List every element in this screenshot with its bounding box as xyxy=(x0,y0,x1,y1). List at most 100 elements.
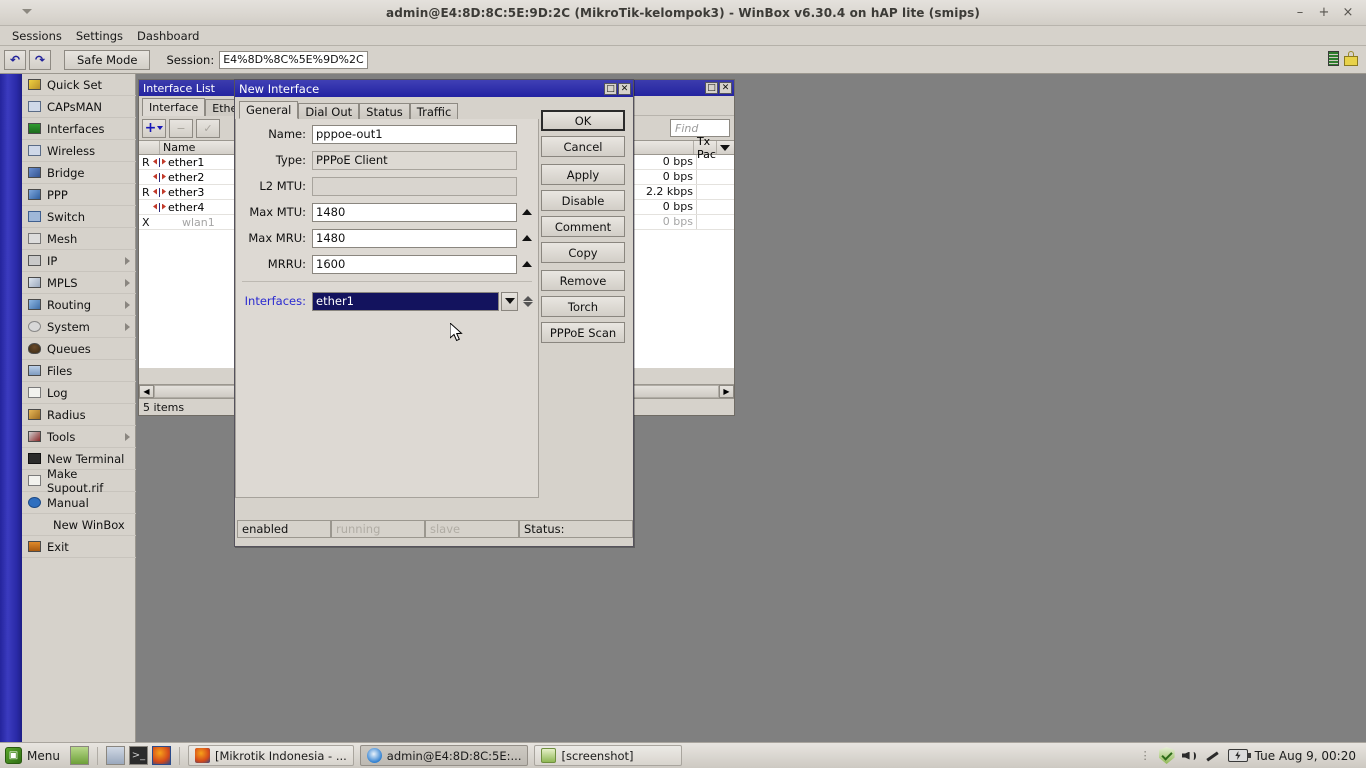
tab-traffic[interactable]: Traffic xyxy=(409,103,459,119)
window-close-button[interactable]: × xyxy=(1340,5,1356,21)
tx-rate-cell: 2.2 kbps xyxy=(633,185,697,199)
safe-mode-button[interactable]: Safe Mode xyxy=(64,49,151,70)
scroll-left-icon[interactable]: ◀ xyxy=(139,385,154,398)
chevron-down-icon xyxy=(523,301,533,307)
sidebar-item-exit[interactable]: Exit xyxy=(22,536,136,558)
interfaces-stepper[interactable] xyxy=(522,295,534,307)
file-manager-icon[interactable] xyxy=(69,746,89,765)
table-row[interactable]: Rether3 xyxy=(139,185,236,200)
sidebar-item-wireless[interactable]: Wireless xyxy=(22,140,136,162)
pppoe-scan-button[interactable]: PPPoE Scan xyxy=(541,322,625,343)
archive-icon[interactable] xyxy=(105,746,125,765)
table-row[interactable]: 2.2 kbps xyxy=(633,185,734,200)
background-scrollbar-thumb[interactable] xyxy=(633,385,719,398)
mrru-stepper[interactable] xyxy=(520,255,534,274)
dialog-maximize-button[interactable]: □ xyxy=(604,82,617,95)
copy-button[interactable]: Copy xyxy=(541,242,625,263)
sidebar-item-mpls[interactable]: MPLS xyxy=(22,272,136,294)
column-menu-icon[interactable] xyxy=(717,141,734,154)
sidebar-item-files[interactable]: Files xyxy=(22,360,136,382)
undo-icon[interactable]: ↶ xyxy=(4,49,26,70)
enable-interface-button[interactable]: ✓ xyxy=(196,118,220,138)
background-maximize-button[interactable]: □ xyxy=(705,82,718,94)
sidebar-item-log[interactable]: Log xyxy=(22,382,136,404)
sidebar-item-routing[interactable]: Routing xyxy=(22,294,136,316)
background-hscrollbar[interactable]: ▶ xyxy=(633,384,734,398)
scrollbar-thumb[interactable] xyxy=(154,385,236,398)
firefox-icon[interactable] xyxy=(151,746,171,765)
session-input[interactable]: E4%8D%8C%5E%9D%2C xyxy=(219,50,368,69)
remove-interface-button[interactable]: − xyxy=(169,118,193,138)
sidebar-item-interfaces[interactable]: Interfaces xyxy=(22,118,136,140)
interfaces-select[interactable]: ether1 xyxy=(312,291,499,311)
table-row[interactable]: ether2 xyxy=(139,170,236,185)
table-row[interactable]: 0 bps xyxy=(633,215,734,230)
max-mru-stepper[interactable] xyxy=(520,229,534,248)
interface-icon xyxy=(153,157,166,167)
add-interface-button[interactable]: + xyxy=(142,118,166,138)
table-row[interactable]: 0 bps xyxy=(633,170,734,185)
sidebar-item-ppp[interactable]: PPP xyxy=(22,184,136,206)
redo-icon[interactable]: ↷ xyxy=(29,49,51,70)
taskbar-item[interactable]: [Mikrotik Indonesia - ... xyxy=(187,745,354,766)
table-row[interactable]: 0 bps xyxy=(633,200,734,215)
terminal-icon[interactable]: >_ xyxy=(128,746,148,765)
interface-list-hscrollbar[interactable]: ◀ xyxy=(139,384,236,398)
sidebar-item-radius[interactable]: Radius xyxy=(22,404,136,426)
volume-icon[interactable] xyxy=(1181,749,1198,763)
sidebar-item-label: PPP xyxy=(47,187,68,202)
sidebar-item-queues[interactable]: Queues xyxy=(22,338,136,360)
window-minimize-button[interactable]: – xyxy=(1292,5,1308,21)
interfaces-dropdown-button[interactable] xyxy=(501,291,518,311)
tray-handle-icon[interactable]: ⋮ xyxy=(1140,749,1152,762)
tab-general[interactable]: General xyxy=(239,101,299,119)
tab-interface[interactable]: Interface xyxy=(142,98,206,116)
menu-dashboard[interactable]: Dashboard xyxy=(130,27,206,45)
menu-sessions[interactable]: Sessions xyxy=(5,27,69,45)
tab-dial-out[interactable]: Dial Out xyxy=(298,103,360,119)
shield-icon[interactable] xyxy=(1158,747,1175,764)
remove-button[interactable]: Remove xyxy=(541,270,625,291)
ok-button[interactable]: OK xyxy=(541,110,625,131)
torch-button[interactable]: Torch xyxy=(541,296,625,317)
sidebar-item-quick-set[interactable]: Quick Set xyxy=(22,74,136,96)
cancel-button[interactable]: Cancel xyxy=(541,136,625,157)
column-tx-packets: Tx Pac xyxy=(694,135,717,161)
disable-button[interactable]: Disable xyxy=(541,190,625,211)
sidebar-item-make-supout-rif[interactable]: Make Supout.rif xyxy=(22,467,136,495)
scroll-right-icon[interactable]: ▶ xyxy=(719,385,734,398)
session-label: Session: xyxy=(166,52,215,67)
sidebar-item-ip[interactable]: IP xyxy=(22,250,136,272)
dialog-close-button[interactable]: ✕ xyxy=(618,82,631,95)
sidebar-item-system[interactable]: System xyxy=(22,316,136,338)
menu-settings[interactable]: Settings xyxy=(69,27,130,45)
taskbar-item[interactable]: [screenshot] xyxy=(534,745,683,766)
start-menu-button[interactable]: ▣ Menu xyxy=(0,747,66,764)
battery-icon[interactable] xyxy=(1227,749,1251,762)
background-close-button[interactable]: ✕ xyxy=(719,82,732,94)
table-row[interactable]: Xwlan1 xyxy=(139,215,236,230)
apply-button[interactable]: Apply xyxy=(541,164,625,185)
sidebar-item-label: New WinBox xyxy=(53,517,125,532)
table-row[interactable]: Rether1 xyxy=(139,155,236,170)
window-maximize-button[interactable]: + xyxy=(1316,5,1332,21)
comment-button[interactable]: Comment xyxy=(541,216,625,237)
table-row[interactable]: 0 bps xyxy=(633,155,734,170)
taskbar-item[interactable]: admin@E4:8D:8C:5E:... xyxy=(359,745,529,766)
sidebar-item-tools[interactable]: Tools xyxy=(22,426,136,448)
sidebar-item-capsman[interactable]: CAPsMAN xyxy=(22,96,136,118)
sidebar-item-switch[interactable]: Switch xyxy=(22,206,136,228)
plug-icon[interactable] xyxy=(1205,748,1221,763)
sidebar-item-new-winbox[interactable]: New WinBox xyxy=(22,514,136,536)
tab-status[interactable]: Status xyxy=(359,103,410,119)
sidebar-item-mesh[interactable]: Mesh xyxy=(22,228,136,250)
sidebar-item-bridge[interactable]: Bridge xyxy=(22,162,136,184)
max-mtu-input[interactable]: 1480 xyxy=(312,202,517,222)
max-mru-input[interactable]: 1480 xyxy=(312,228,517,248)
name-input[interactable]: pppoe-out1 xyxy=(312,124,517,144)
table-row[interactable]: ether4 xyxy=(139,200,236,215)
max-mtu-stepper[interactable] xyxy=(520,203,534,222)
sidebar-item-manual[interactable]: Manual xyxy=(22,492,136,514)
mrru-input[interactable]: 1600 xyxy=(312,254,517,274)
clock[interactable]: Tue Aug 9, 00:20 xyxy=(1255,749,1356,763)
